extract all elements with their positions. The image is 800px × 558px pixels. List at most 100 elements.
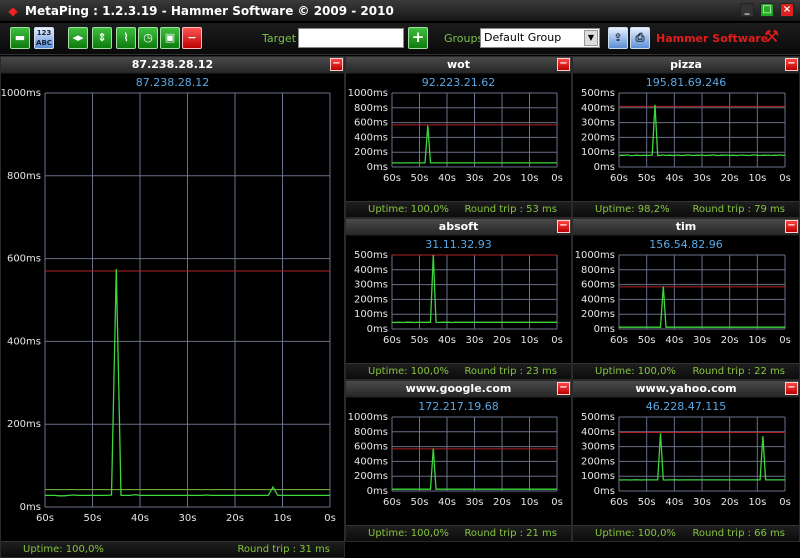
x-tick-label: 50s bbox=[638, 497, 656, 508]
x-tick-label: 50s bbox=[638, 173, 656, 184]
y-tick-label: 400ms bbox=[354, 132, 388, 143]
ping-panel-87-238-28-12: 87.238.28.12−87.238.28.12 Uptime: 100,0% R… bbox=[0, 56, 345, 558]
ping-panel-wot: wot −92.223.21.62 Uptime: 100,0% Round trip… bbox=[345, 56, 572, 218]
x-tick-label: 40s bbox=[131, 513, 149, 524]
x-tick-label: 30s bbox=[466, 497, 484, 508]
monitor-icon[interactable]: ▬ bbox=[10, 27, 30, 49]
y-tick-label: 300ms bbox=[581, 118, 615, 129]
y-tick-label: 500ms bbox=[581, 88, 615, 99]
x-tick-label: 0s bbox=[551, 173, 563, 184]
ping-panel-absoft: absoft −31.11.32.93 Uptime: 100,0% Round tr… bbox=[345, 218, 572, 380]
graph-icon[interactable]: ⌇ bbox=[116, 27, 136, 49]
y-tick-label: 100ms bbox=[581, 471, 615, 482]
x-tick-label: 40s bbox=[665, 335, 683, 346]
ping-chart: 0ms 100ms 200ms 300ms 400ms 500ms 60s 50s 40s 30s… bbox=[354, 250, 563, 346]
y-tick-label: 1000ms bbox=[575, 250, 615, 261]
ping-chart: 0ms 200ms 400ms 600ms 800ms 1000ms 60s 50s 40s 30… bbox=[575, 250, 791, 346]
title-bar: ◆ MetaPing : 1.2.3.19 - Hammer Software … bbox=[0, 0, 800, 22]
expand-horizontal-icon[interactable]: ◂▸ bbox=[68, 27, 88, 49]
y-tick-label: 0ms bbox=[367, 324, 388, 335]
chevron-down-icon[interactable]: ▼ bbox=[584, 30, 598, 46]
target-input[interactable] bbox=[298, 28, 404, 48]
x-tick-label: 20s bbox=[721, 497, 739, 508]
x-tick-label: 60s bbox=[383, 173, 401, 184]
y-tick-label: 0ms bbox=[594, 486, 615, 497]
x-tick-label: 10s bbox=[748, 173, 766, 184]
abc-sort-icon[interactable]: 123 ABC bbox=[34, 27, 54, 49]
maximize-button[interactable]: □ bbox=[760, 3, 774, 17]
y-tick-label: 400ms bbox=[581, 294, 615, 305]
x-tick-label: 0s bbox=[779, 173, 791, 184]
x-tick-label: 50s bbox=[411, 173, 429, 184]
x-tick-label: 50s bbox=[84, 513, 102, 524]
ping-chart: 0ms 100ms 200ms 300ms 400ms 500ms 60s 50s 40s 30s… bbox=[581, 412, 791, 508]
x-tick-label: 60s bbox=[610, 335, 628, 346]
x-tick-label: 10s bbox=[521, 173, 539, 184]
x-tick-label: 40s bbox=[665, 497, 683, 508]
y-tick-label: 0ms bbox=[367, 162, 388, 173]
y-tick-label: 200ms bbox=[581, 456, 615, 467]
export-icon[interactable]: ⇪ bbox=[608, 27, 628, 49]
window-title: MetaPing : 1.2.3.19 - Hammer Software © … bbox=[25, 3, 394, 18]
x-tick-label: 30s bbox=[179, 513, 197, 524]
window-icon[interactable]: ▣ bbox=[160, 27, 180, 49]
y-tick-label: 400ms bbox=[354, 265, 388, 276]
y-tick-label: 0ms bbox=[20, 502, 41, 513]
y-tick-label: 400ms bbox=[7, 336, 41, 347]
x-tick-label: 50s bbox=[411, 335, 429, 346]
y-tick-label: 0ms bbox=[594, 324, 615, 335]
minimize-button[interactable]: _ bbox=[740, 3, 754, 17]
y-tick-label: 800ms bbox=[7, 171, 41, 182]
x-tick-label: 40s bbox=[438, 335, 456, 346]
ping-chart: 0ms 200ms 400ms 600ms 800ms 1000ms 60s 50s 40s 30… bbox=[348, 88, 563, 184]
x-tick-label: 20s bbox=[493, 335, 511, 346]
x-tick-label: 20s bbox=[493, 173, 511, 184]
ping-panel-pizza: pizza −195.81.69.246 Uptime: 98,2% Round tr… bbox=[572, 56, 800, 218]
y-tick-label: 600ms bbox=[581, 280, 615, 291]
x-tick-label: 60s bbox=[610, 497, 628, 508]
y-tick-label: 200ms bbox=[354, 294, 388, 305]
y-tick-label: 200ms bbox=[354, 471, 388, 482]
x-tick-label: 20s bbox=[721, 173, 739, 184]
x-tick-label: 30s bbox=[466, 335, 484, 346]
add-target-button[interactable]: + bbox=[408, 27, 428, 49]
x-tick-label: 30s bbox=[693, 335, 711, 346]
clock-icon[interactable]: ◷ bbox=[138, 27, 158, 49]
close-button[interactable]: × bbox=[780, 3, 794, 17]
x-tick-label: 60s bbox=[383, 335, 401, 346]
y-tick-label: 800ms bbox=[354, 427, 388, 438]
group-select[interactable]: Default Group ▼ bbox=[480, 28, 600, 48]
x-tick-label: 60s bbox=[610, 173, 628, 184]
y-tick-label: 1000ms bbox=[348, 88, 388, 99]
ping-chart: 0ms 100ms 200ms 300ms 400ms 500ms 60s 50s 40s 30s… bbox=[581, 88, 791, 184]
y-tick-label: 100ms bbox=[581, 147, 615, 158]
expand-vertical-icon[interactable]: ⇕ bbox=[92, 27, 112, 49]
group-select-value: Default Group bbox=[484, 31, 562, 44]
y-tick-label: 200ms bbox=[354, 147, 388, 158]
ping-panel-yahoo: www.yahoo.com −46.228.47.115 Uptime: 100,0… bbox=[572, 380, 800, 542]
ping-panel-tim: tim −156.54.82.96 Uptime: 100,0% Round trip… bbox=[572, 218, 800, 380]
print-icon[interactable]: ⎙ bbox=[630, 27, 650, 49]
y-tick-label: 600ms bbox=[7, 254, 41, 265]
x-tick-label: 10s bbox=[274, 513, 292, 524]
hammer-logo-icon: ⚒ bbox=[764, 27, 780, 47]
y-tick-label: 400ms bbox=[354, 456, 388, 467]
remove-icon[interactable]: − bbox=[182, 27, 202, 49]
x-tick-label: 30s bbox=[693, 497, 711, 508]
y-tick-label: 300ms bbox=[581, 442, 615, 453]
x-tick-label: 10s bbox=[748, 497, 766, 508]
x-tick-label: 40s bbox=[665, 173, 683, 184]
x-tick-label: 50s bbox=[638, 335, 656, 346]
y-tick-label: 400ms bbox=[581, 103, 615, 114]
x-tick-label: 0s bbox=[551, 335, 563, 346]
x-tick-label: 40s bbox=[438, 497, 456, 508]
x-tick-label: 10s bbox=[521, 497, 539, 508]
x-tick-label: 0s bbox=[324, 513, 336, 524]
y-tick-label: 0ms bbox=[367, 486, 388, 497]
ping-chart: 0ms 200ms 400ms 600ms 800ms 1000ms 60s 50s 40s 30… bbox=[348, 412, 563, 508]
y-tick-label: 600ms bbox=[354, 118, 388, 129]
x-tick-label: 20s bbox=[493, 497, 511, 508]
y-tick-label: 100ms bbox=[354, 309, 388, 320]
x-tick-label: 0s bbox=[551, 497, 563, 508]
brand-name: Hammer Software bbox=[656, 32, 769, 45]
